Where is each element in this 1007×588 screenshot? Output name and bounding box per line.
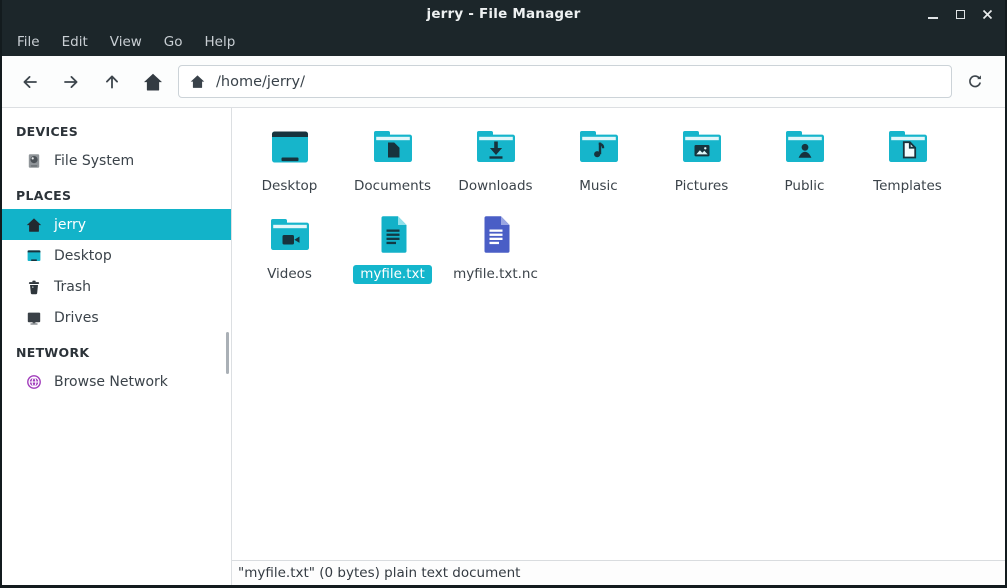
sidebar-scrollbar[interactable]: [226, 332, 229, 374]
statusbar: "myfile.txt" (0 bytes) plain text docume…: [232, 560, 1005, 585]
status-text: "myfile.txt" (0 bytes) plain text docume…: [238, 565, 520, 581]
file-label: Desktop: [255, 177, 325, 196]
back-button[interactable]: [9, 63, 50, 101]
sidebar-item-label: jerry: [54, 217, 86, 233]
file-item[interactable]: Templates: [856, 114, 959, 202]
text-document-icon: [369, 211, 417, 259]
sidebar-item-label: Browse Network: [54, 374, 168, 390]
file-item[interactable]: Music: [547, 114, 650, 202]
titlebar[interactable]: jerry - File Manager: [2, 0, 1005, 28]
sidebar-section-header: NETWORK: [2, 333, 231, 366]
desktop-icon: [266, 123, 314, 171]
folder-public-icon: [781, 123, 829, 171]
sidebar-item[interactable]: jerry: [2, 209, 231, 240]
sidebar-item[interactable]: Drives: [2, 302, 231, 333]
menubar: FileEditViewGoHelp: [2, 28, 1005, 56]
file-manager-window: jerry - File Manager FileEditViewGoHelp …: [0, 0, 1007, 588]
sidebar-section: NETWORK Browse Network: [2, 333, 231, 397]
up-arrow-icon: [102, 72, 122, 92]
file-grid[interactable]: Desktop Documents Downloads Music Pictur…: [232, 108, 1005, 560]
file-label: Public: [778, 177, 832, 196]
sidebar: DEVICES File System PLACES: [2, 108, 232, 585]
menu-item[interactable]: Edit: [51, 28, 99, 56]
file-label: Downloads: [451, 177, 539, 196]
menu-item[interactable]: View: [99, 28, 153, 56]
file-label: myfile.txt.nc: [446, 265, 545, 284]
sidebar-item[interactable]: Desktop: [2, 240, 231, 271]
sidebar-item[interactable]: Trash: [2, 271, 231, 302]
toolbar: /home/jerry/: [2, 56, 1005, 108]
location-bar[interactable]: /home/jerry/: [178, 65, 952, 98]
up-button[interactable]: [91, 63, 132, 101]
minimize-button[interactable]: [925, 6, 941, 22]
file-item[interactable]: Public: [753, 114, 856, 202]
file-item[interactable]: Desktop: [238, 114, 341, 202]
maximize-icon: [956, 10, 965, 19]
reload-button[interactable]: [952, 63, 998, 101]
folder-downloads-icon: [472, 123, 520, 171]
forward-arrow-icon: [61, 72, 81, 92]
sidebar-section: PLACES jerry Desktop: [2, 176, 231, 333]
desktop-small-icon: [26, 248, 42, 264]
reload-icon: [966, 73, 984, 91]
home-icon: [190, 74, 205, 89]
close-button[interactable]: [979, 6, 995, 22]
sidebar-item-label: Drives: [54, 310, 99, 326]
sidebar-section-header: PLACES: [2, 176, 231, 209]
file-label: Videos: [260, 265, 319, 284]
minimize-icon: [928, 17, 938, 19]
nc-document-icon: [472, 211, 520, 259]
file-label: Documents: [347, 177, 438, 196]
forward-button[interactable]: [50, 63, 91, 101]
sidebar-item-label: File System: [54, 153, 134, 169]
content: DEVICES File System PLACES: [2, 108, 1005, 585]
folder-templates-icon: [884, 123, 932, 171]
maximize-button[interactable]: [952, 6, 968, 22]
window-controls: [925, 0, 995, 28]
drives-icon: [26, 310, 42, 326]
location-text: /home/jerry/: [216, 74, 305, 90]
trash-icon: [26, 279, 42, 295]
file-item[interactable]: Videos: [238, 202, 341, 290]
menu-item[interactable]: Help: [194, 28, 247, 56]
close-icon: [982, 9, 993, 20]
file-item[interactable]: Pictures: [650, 114, 753, 202]
sidebar-item-label: Trash: [54, 279, 91, 295]
file-item[interactable]: Documents: [341, 114, 444, 202]
network-icon: [26, 374, 42, 390]
file-item[interactable]: myfile.txt: [341, 202, 444, 290]
menu-item[interactable]: Go: [153, 28, 194, 56]
sidebar-section-header: DEVICES: [2, 112, 231, 145]
file-item[interactable]: myfile.txt.nc: [444, 202, 547, 290]
filesystem-icon: [26, 153, 42, 169]
back-arrow-icon: [20, 72, 40, 92]
home-icon: [26, 217, 42, 233]
menu-item[interactable]: File: [6, 28, 51, 56]
sidebar-item-label: Desktop: [54, 248, 112, 264]
file-label: Music: [572, 177, 624, 196]
sidebar-item[interactable]: File System: [2, 145, 231, 176]
sidebar-item[interactable]: Browse Network: [2, 366, 231, 397]
home-icon: [143, 72, 163, 92]
file-label: Templates: [866, 177, 949, 196]
window-title: jerry - File Manager: [427, 6, 581, 22]
folder-music-icon: [575, 123, 623, 171]
file-label: Pictures: [668, 177, 735, 196]
file-label: myfile.txt: [353, 265, 432, 284]
home-button[interactable]: [132, 63, 173, 101]
sidebar-section: DEVICES File System: [2, 112, 231, 176]
main-panel: Desktop Documents Downloads Music Pictur…: [232, 108, 1005, 585]
file-item[interactable]: Downloads: [444, 114, 547, 202]
folder-pictures-icon: [678, 123, 726, 171]
folder-videos-icon: [266, 211, 314, 259]
folder-documents-icon: [369, 123, 417, 171]
